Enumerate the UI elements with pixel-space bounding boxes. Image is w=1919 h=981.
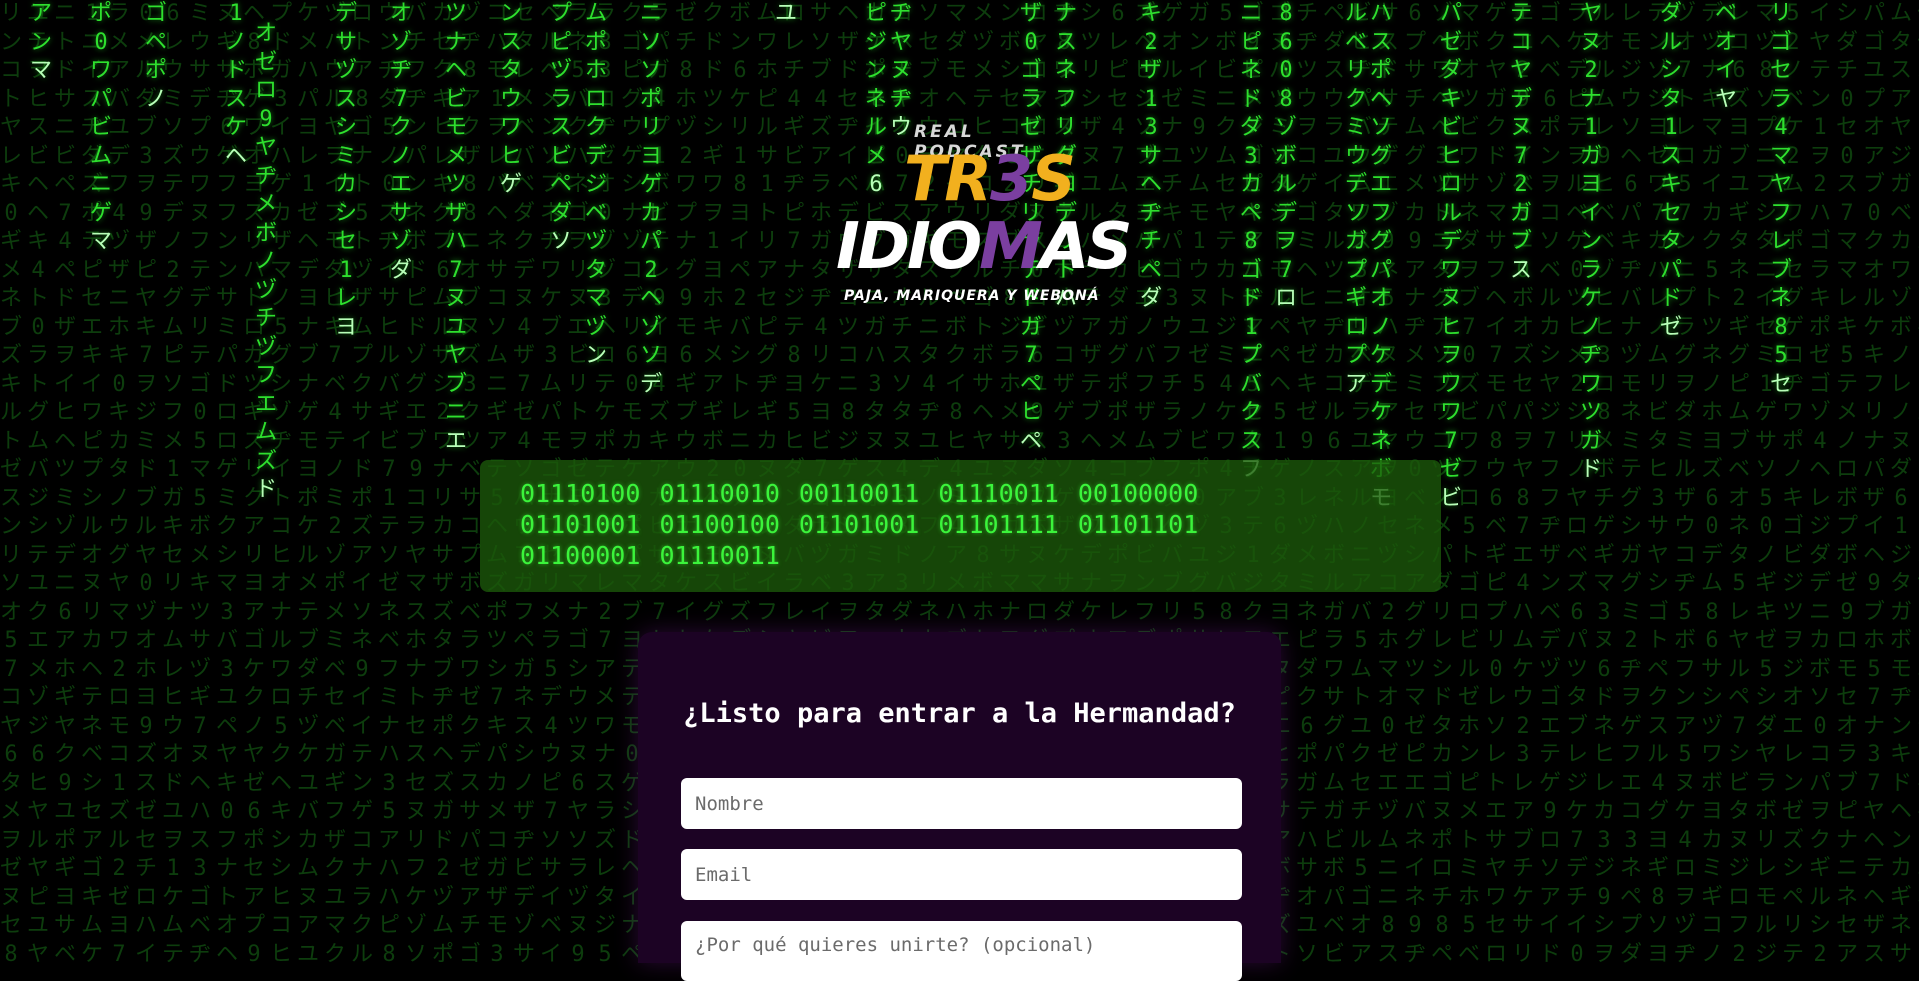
rain-column: 1ノドスケヘ: [225, 1, 248, 169]
rain-column-dim: パゴユプオアブ0クオルケキフリナパザイヘ9ブホ57ナ37ヤヘテヘザス: [1863, 1, 1886, 967]
rain-column-dim: デヅナキマガイカク5トツネノホヨズ60デム86サシヅワボヨカミギコノ: [1701, 1, 1724, 967]
rain-column: アンマ: [30, 1, 53, 83]
rain-column-dim: レコ6ズヨブユギタネ2ギグピムブベオネタ5レヤルペ7シビタヌジロフ2: [1728, 1, 1751, 967]
logo-text-idio: IDIO: [836, 210, 982, 284]
logo-text-s: S: [1031, 142, 1076, 215]
rain-column: テコヤデヌ72ガブス: [1510, 1, 1533, 283]
rain-column: ベオイヤ: [1715, 1, 1738, 112]
logo-tagline: PAJA, MARIQUERA Y WEBONÁ: [844, 288, 1100, 304]
rain-column: ツナヘビモメツザハ7ヌユヤブニエ: [445, 1, 468, 454]
rain-column: ダルシタ1スキセタパドゼ: [1660, 1, 1683, 340]
rain-column: 8608ゾボルデヲ7ロ: [1275, 1, 1298, 311]
email-input[interactable]: [681, 849, 1242, 900]
logo-text-3: 3: [990, 142, 1033, 215]
rain-column: ルベリクミウデソガプギロプア: [1345, 1, 1368, 397]
rain-column: ムポホロクデジベヅタマヅン: [585, 1, 608, 368]
rain-column-dim: ミウサデプウワヌフテデリテゴ05マ5ボメキツサヅギ7ヌヘハス3ゴベヂ: [189, 1, 212, 967]
logo-text-as: AS: [1039, 210, 1133, 284]
rain-column-dim: ニトドサニビペ74ペドザヲイヒヘツミゾデニ6アホギヤク9ユポギヨサベ: [54, 1, 77, 967]
form-title: ¿Listo para entrar a la Hermandad?: [683, 698, 1236, 729]
rain-column: オゼロ9ヤヂメボノヅチヅフエムズド: [255, 21, 278, 502]
rain-column-dim: ゴヘベ6ポンヲコソベルカシヤジ7フフヂザンベデヅゴエテゲ9ロソアイド: [1539, 1, 1562, 967]
rain-column: キ2ザ13サヘヂチペダ: [1140, 1, 1163, 311]
rain-column: ポ0ワパビムニゲマ: [90, 1, 113, 254]
logo-line-1: TR3S: [904, 142, 1076, 215]
rain-column: ユ: [775, 1, 798, 26]
rain-column-dim: 0メルダブ3ヲ9ザピヤキ7ヲジミドブルヤ0ヅオホヨ9ズスゼセチロハイ: [135, 1, 158, 967]
rain-column: ハスポヘソグエフグパオノケデケネボモ: [1370, 1, 1393, 511]
rain-column: デサヅスシミカシセ1レヨ: [335, 1, 358, 340]
binary-message: 01110100 01110010 00110011 01110011 0010…: [520, 479, 1199, 570]
rain-column: ゴペポノ: [145, 1, 168, 112]
rain-column: ニピネドダ3カペ8ゴド1プバクスフ: [1240, 1, 1263, 482]
rain-column-dim: ムタスアヤジガベカワゾボノレノヌダ61ジタガボモヂンキドヘンカギネサ: [1890, 1, 1913, 967]
rain-column: ニソソポリヨゲカパ2ヘゾソデ: [640, 1, 663, 397]
rain-column: オゾヂ7クノエサゾダ: [390, 1, 413, 283]
tres-idiomas-logo: REAL PODCAST TR3S IDIOMAS PAJA, MARIQUER…: [836, 118, 1132, 318]
rain-column-dim: ゲクヤガクドゾマサフヘイ7モパ8ウ6ベギピプリ0レソレトエサヤワセロ: [1485, 1, 1508, 967]
rain-column-dim: ユテヲヒスビヘヘキ4ト0ラトグムバジシテユクエメゾジ6ヒヤルヤピユヤ: [27, 1, 50, 967]
rain-column: ヤヌ2ナ1ガヨインラケノヂワツガド: [1580, 1, 1603, 482]
logo-text-tr: TR: [904, 142, 992, 215]
rain-column: ンスタウワヒゲ: [500, 1, 523, 197]
join-form-card: ¿Listo para entrar a la Hermandad?: [638, 632, 1281, 981]
rain-column: プピヅラスビペダソ: [550, 1, 573, 254]
rain-column-dim: リンコトヤレキ0ギメネブズキルトゼスンリソオ57コヤ6タメヲゼヌセ8: [0, 1, 23, 967]
rain-column-dim: レモジウソヘ6パキヂバナヅモネミテグシガグミ2ヂヲゲフエコ3ネペプダ: [1620, 1, 1643, 967]
logo-line-2: IDIOMAS: [836, 210, 1133, 284]
rain-column-dim: 6レウミソズテデノ2グムピソフメ1ガキセリナムレヒウオドユヲ1ケムテ: [162, 1, 185, 967]
rain-column-dim: シダチ0セ0ス7ママレキ5テメノロボプボゼ9ロモセオラブピナニネセア: [1836, 1, 1859, 967]
rain-column: パゼダキビヒロルデワヌヒヲワワ7ゼビ: [1440, 1, 1463, 511]
rain-column: リゴセラ4マヤフレブネ85セ: [1770, 1, 1793, 397]
logo-text-m: M: [979, 210, 1043, 284]
reason-textarea[interactable]: [681, 921, 1242, 981]
name-input[interactable]: [681, 778, 1242, 829]
binary-message-box: 01110100 01110010 00110011 01110011 0010…: [480, 460, 1441, 592]
rain-column-dim: ケメハパヨレ1ゼヘデヨナブナゲモヨポケルメテブダチヅケユバカムヌアユ: [297, 1, 320, 967]
rain-column-dim: イヤテン1ヲ2ハゴラキポゼゴゾ4ヘレジダデニカボソ0コパヲクギルシ2: [1809, 1, 1832, 967]
